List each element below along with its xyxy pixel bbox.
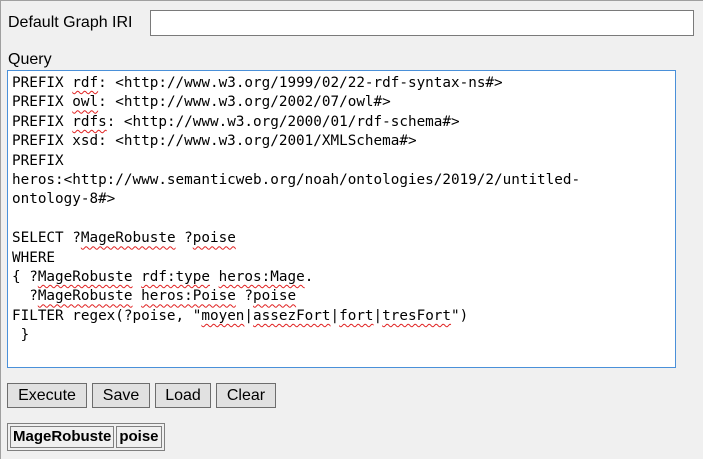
query-token: PREFIX: [12, 113, 73, 130]
query-text: PREFIX rdf: <http://www.w3.org/1999/02/2…: [8, 71, 675, 349]
query-label: Query: [8, 51, 52, 68]
query-token: PREFIX: [12, 75, 73, 91]
query-token: { ?: [12, 269, 38, 286]
query-textarea[interactable]: PREFIX rdf: <http://www.w3.org/1999/02/2…: [7, 70, 676, 368]
query-token-misspelled: tresFort: [382, 307, 452, 324]
results-column-mage-robuste: MageRobuste: [10, 426, 115, 448]
query-token-misspelled: rdf:type: [141, 269, 210, 286]
query-token: heros:<http://www.semanticweb.org/noah/o…: [12, 172, 581, 189]
query-token-misspelled: MageRobuste: [80, 230, 176, 247]
query-token: ontology-8#>: [12, 191, 116, 208]
window-top-border: [0, 0, 703, 1]
query-token: ?: [175, 230, 193, 247]
window-left-border: [0, 0, 1, 459]
query-token-misspelled: owl: [72, 94, 99, 111]
query-token: "): [451, 307, 469, 324]
load-button[interactable]: Load: [155, 383, 211, 408]
save-button[interactable]: Save: [92, 383, 150, 408]
query-token: : <http://www.w3.org/2002/07/owl#>: [98, 94, 391, 111]
query-token-misspelled: MageRobuste: [37, 269, 133, 286]
query-token: SELECT ?: [12, 230, 81, 247]
query-token: |: [373, 307, 383, 324]
query-token: : <http://www.w3.org/2000/01/rdf-schema#…: [106, 113, 460, 130]
query-token: |: [244, 307, 254, 324]
query-token: FILTER regex(?poise, ": [12, 307, 202, 324]
results-column-poise: poise: [116, 426, 162, 448]
query-token: .: [304, 269, 314, 286]
query-token: PREFIX xsd: <http://www.w3.org/2001/XMLS…: [12, 133, 417, 150]
query-token-misspelled: rdfs: [72, 113, 107, 130]
default-graph-iri-input[interactable]: [150, 10, 694, 36]
query-token: [133, 288, 142, 304]
query-token: ?: [235, 288, 254, 305]
query-token-misspelled: rdf: [72, 75, 99, 91]
query-token-misspelled: MageRobuste: [37, 288, 133, 305]
query-token-misspelled: fort: [339, 307, 374, 324]
query-token-misspelled: moyen: [201, 307, 245, 324]
clear-button[interactable]: Clear: [216, 383, 276, 408]
query-token: WHERE: [12, 249, 56, 266]
query-token: PREFIX: [12, 152, 64, 169]
query-token-misspelled: heros:Poise: [141, 288, 236, 305]
query-token: [133, 269, 142, 285]
results-table: MageRobuste poise: [7, 423, 165, 451]
default-graph-iri-label: Default Graph IRI: [8, 14, 133, 31]
query-token: [210, 269, 219, 285]
query-token: : <http://www.w3.org/1999/02/22-rdf-synt…: [98, 75, 503, 91]
query-token-misspelled: assezFort: [253, 307, 331, 324]
execute-button[interactable]: Execute: [7, 383, 87, 408]
query-token: }: [12, 327, 30, 344]
results-header-row: MageRobuste poise: [10, 426, 162, 448]
query-token-misspelled: poise: [192, 230, 236, 247]
query-token-misspelled: poise: [253, 288, 297, 305]
query-token-misspelled: heros:Mage: [218, 269, 305, 286]
query-token: |: [330, 307, 340, 324]
query-token: PREFIX: [12, 94, 73, 111]
query-token: ?: [12, 288, 38, 305]
